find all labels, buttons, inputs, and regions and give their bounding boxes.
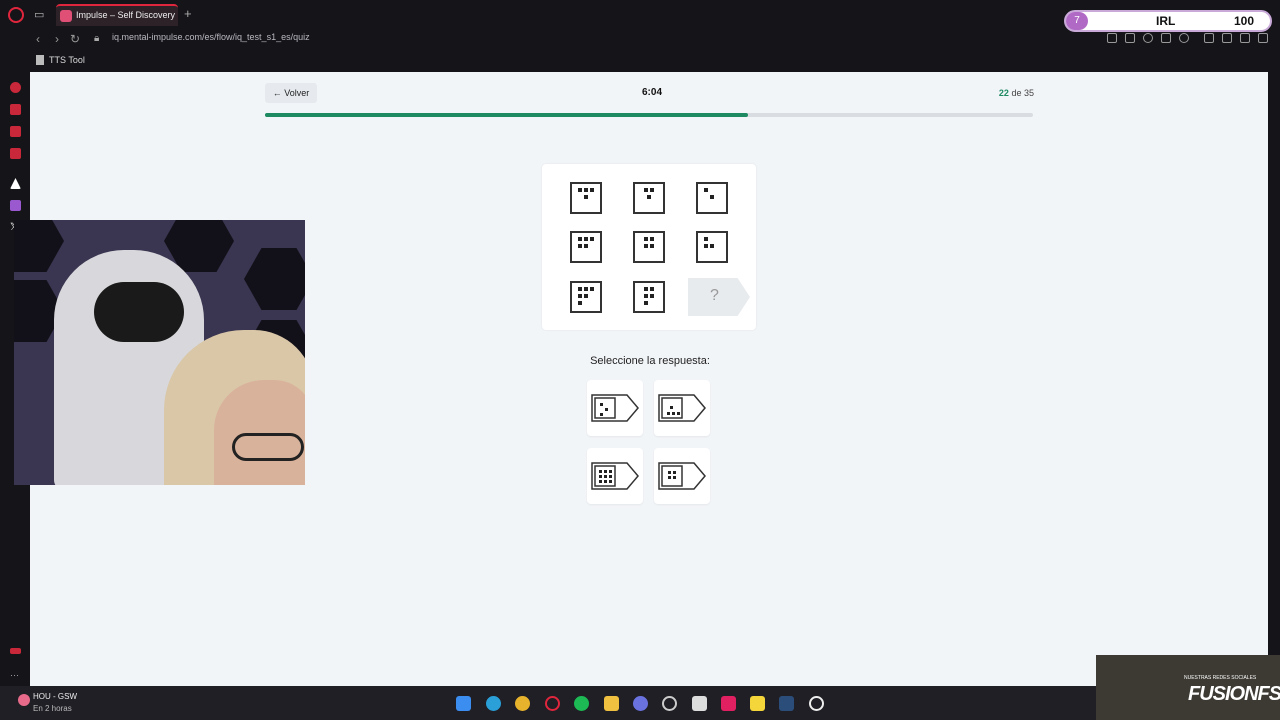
hex-panel — [14, 220, 64, 272]
discord-icon[interactable] — [633, 696, 648, 711]
opera-logo-icon[interactable] — [8, 7, 24, 23]
menu-icon[interactable] — [1258, 33, 1268, 43]
progress-fill — [265, 113, 749, 117]
banner-title: FUSIONFSGG — [1188, 683, 1280, 705]
answer-3-shape — [591, 462, 639, 490]
banner-subtitle: NUESTRAS REDES SOCIALES — [1184, 675, 1257, 681]
browser-tab[interactable]: Impulse – Self Discovery — [56, 4, 178, 26]
irl-level-badge: 7 — [1066, 12, 1088, 30]
answer-2-shape — [658, 394, 706, 422]
sticky-notes-icon[interactable] — [750, 696, 765, 711]
extension-snapshot-icon[interactable] — [1125, 33, 1135, 43]
bookmarks-bar: TTS Tool — [0, 50, 1280, 72]
back-arrow-icon[interactable]: ‹ — [36, 32, 40, 46]
widget-title[interactable]: HOU - GSW — [33, 692, 77, 701]
back-button[interactable]: ← Volver — [265, 83, 317, 103]
sidebar-bag-icon[interactable] — [10, 104, 21, 115]
address-bar[interactable]: iq.mental-impulse.com/es/flow/iq_test_s1… — [112, 32, 310, 42]
matrix-cell — [570, 231, 602, 263]
missing-cell: ? — [688, 278, 750, 316]
progress-bar — [265, 113, 1033, 117]
extension-player-icon[interactable] — [1161, 33, 1171, 43]
hex-panel — [244, 248, 305, 310]
counter-of: de — [1011, 88, 1022, 98]
irl-label: IRL — [1156, 14, 1176, 28]
stream-banner: NUESTRAS REDES SOCIALES FUSIONFSGG — [1096, 655, 1280, 720]
chair-pillow — [94, 282, 184, 342]
total-questions: 35 — [1023, 88, 1034, 98]
widget-subtitle: En 2 horas — [33, 704, 72, 713]
answer-option-1[interactable] — [587, 380, 643, 436]
opera-icon[interactable] — [545, 696, 560, 711]
answer-1-shape — [591, 394, 639, 422]
sidebar-more-icon[interactable]: ··· — [10, 670, 21, 681]
matrix-cell — [696, 231, 728, 263]
webcam-overlay — [14, 220, 305, 485]
tf-app-icon[interactable] — [692, 696, 707, 711]
new-tab-button[interactable]: + — [184, 6, 192, 21]
windows-taskbar: HOU - GSW En 2 horas — [0, 686, 1280, 720]
answer-4-shape — [658, 462, 706, 490]
matrix-cell — [570, 281, 602, 313]
page-scrollbar[interactable] — [1268, 72, 1280, 686]
bookmark-page-icon — [36, 55, 44, 65]
matrix-cell — [633, 182, 665, 214]
tab-title: Impulse – Self Discovery — [76, 10, 176, 20]
heart-icon[interactable] — [1179, 33, 1189, 43]
quiz-timer: 6:04 — [641, 87, 662, 98]
answer-option-4[interactable] — [654, 448, 710, 504]
windows-start-icon[interactable] — [456, 696, 471, 711]
extensions-icon[interactable] — [1204, 33, 1214, 43]
download-icon[interactable] — [1240, 33, 1250, 43]
tiktok-icon[interactable] — [721, 696, 736, 711]
edge-icon[interactable] — [486, 696, 501, 711]
tab-favicon-icon — [60, 10, 72, 22]
matrix-cell — [696, 182, 728, 214]
puzzle-matrix: ? — [542, 164, 756, 330]
sidebar-app-icon[interactable] — [10, 178, 21, 189]
bookmark-tts-tool[interactable]: TTS Tool — [49, 55, 85, 65]
sidebar-aria-icon[interactable] — [10, 82, 21, 93]
settings-gear-icon[interactable] — [809, 696, 824, 711]
wallet-icon[interactable] — [1222, 33, 1232, 43]
navigation-bar: ‹ › ↻ 🔒︎ iq.mental-impulse.com/es/flow/i… — [0, 30, 1280, 50]
steam-icon[interactable] — [779, 696, 794, 711]
forward-arrow-icon[interactable]: › — [55, 32, 59, 46]
back-label: Volver — [284, 88, 310, 98]
sidebar-news-icon[interactable] — [10, 148, 21, 159]
current-question: 22 — [998, 88, 1009, 98]
answer-option-2[interactable] — [654, 380, 710, 436]
answer-option-3[interactable] — [587, 448, 643, 504]
question-mark: ? — [710, 287, 719, 304]
chrome-icon[interactable] — [515, 696, 530, 711]
sidebar-settings-icon[interactable] — [10, 648, 21, 654]
select-answer-label: Seleccione la respuesta: — [590, 355, 710, 367]
matrix-cell — [570, 182, 602, 214]
weather-icon[interactable] — [18, 694, 30, 706]
matrix-cell — [633, 231, 665, 263]
irl-count: 100 — [1234, 14, 1255, 28]
twitch-icon[interactable] — [10, 200, 21, 211]
spotify-icon[interactable] — [574, 696, 589, 711]
lock-icon[interactable]: 🔒︎ — [94, 33, 99, 44]
obs-icon[interactable] — [662, 696, 677, 711]
extension-pin-icon[interactable] — [1107, 33, 1117, 43]
tab-menu-icon[interactable]: ▭ — [34, 8, 48, 22]
reload-icon[interactable]: ↻ — [70, 32, 80, 46]
sidebar-messenger-icon[interactable] — [10, 126, 21, 137]
irl-overlay: 7 IRL 100 — [1064, 10, 1272, 32]
arrow-left-icon: ← — [272, 88, 285, 98]
file-explorer-icon[interactable] — [604, 696, 619, 711]
matrix-cell — [633, 281, 665, 313]
extension-vpn-icon[interactable] — [1143, 33, 1153, 43]
question-counter: 22 de 35 — [960, 88, 1034, 98]
glasses — [232, 433, 304, 461]
